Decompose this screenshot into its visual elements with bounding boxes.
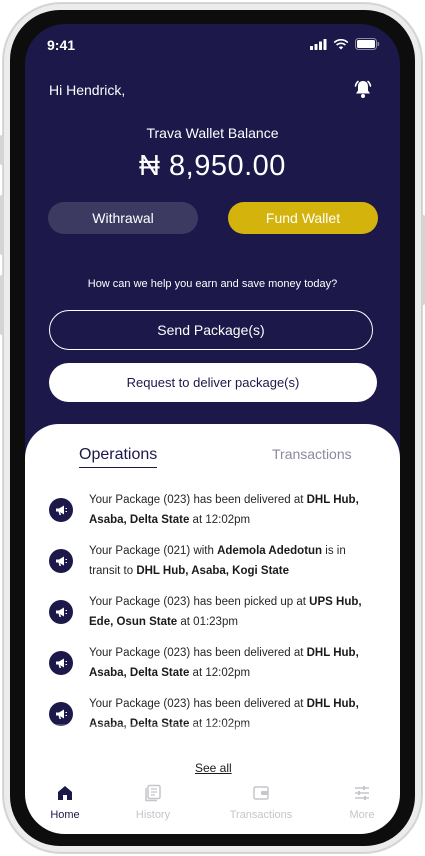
- status-time: 9:41: [47, 37, 76, 53]
- operation-text: Your Package (023) has been delivered at…: [89, 490, 377, 530]
- operation-fragment: Your Package: [89, 647, 164, 659]
- sliders-icon: [355, 786, 369, 800]
- operation-fragment: has been delivered at: [190, 494, 307, 506]
- operation-fragment: (023): [163, 647, 191, 659]
- list-item[interactable]: Your Package (023) has been delivered at…: [25, 490, 400, 536]
- fund-wallet-button[interactable]: Fund Wallet: [228, 202, 378, 234]
- operation-fragment: at 12:02pm: [189, 514, 251, 526]
- operation-fragment: Your Package: [89, 596, 164, 608]
- operation-fragment: (021): [163, 545, 191, 557]
- nav-item-more[interactable]: More: [322, 784, 400, 821]
- cellular-signal-icon: [310, 38, 327, 50]
- nav-item-history[interactable]: History: [113, 784, 193, 821]
- wifi-icon: [333, 38, 349, 49]
- withdrawal-button[interactable]: Withrawal: [48, 202, 198, 234]
- megaphone-icon: [49, 498, 73, 522]
- history-icon: [145, 784, 161, 802]
- operation-text: Your Package (021) with Ademola Adedotun…: [89, 541, 377, 581]
- bottom-nav: Home History Transactions More: [25, 779, 400, 834]
- megaphone-icon: [49, 651, 73, 675]
- operation-fragment: with: [190, 545, 218, 557]
- operation-fragment: has been picked up at: [190, 596, 310, 608]
- see-all-link[interactable]: See all: [195, 761, 232, 775]
- operation-text: Your Package (023) has been delivered at…: [89, 643, 377, 683]
- nav-label-home: Home: [50, 809, 80, 821]
- notification-bell-icon[interactable]: [352, 78, 374, 100]
- volume-down-button: [0, 275, 4, 335]
- send-package-button[interactable]: Send Package(s): [49, 310, 373, 350]
- operation-fragment: Your Package: [89, 698, 164, 710]
- power-button: [421, 215, 425, 305]
- megaphone-icon: [49, 600, 73, 624]
- volume-up-button: [0, 195, 4, 255]
- wallet-balance-label: Trava Wallet Balance: [146, 125, 279, 141]
- megaphone-icon: [49, 702, 73, 726]
- status-icons: [310, 38, 380, 50]
- operation-fragment: (023): [163, 698, 191, 710]
- greeting-text: Hi Hendrick,: [49, 82, 126, 98]
- nav-label-more: More: [349, 809, 375, 821]
- mute-switch: [0, 135, 4, 165]
- megaphone-icon: [49, 549, 73, 573]
- wallet-icon: [253, 786, 269, 800]
- operation-fragment: at 01:23pm: [177, 616, 238, 628]
- app-screen: 9:41 Hi Hendrick, Trava Wallet Balance ₦…: [25, 24, 400, 834]
- operation-fragment: at 12:02pm: [189, 667, 251, 679]
- list-item[interactable]: Your Package (023) has been delivered at…: [25, 643, 400, 689]
- list-fade-overlay: [25, 724, 400, 764]
- activity-sheet: Operations Transactions Your Package (02…: [25, 424, 400, 834]
- operation-highlight: Ademola Adedotun: [217, 545, 323, 557]
- status-bar: 9:41: [25, 24, 400, 68]
- nav-item-home[interactable]: Home: [25, 784, 105, 821]
- operation-fragment: (023): [163, 596, 191, 608]
- operation-highlight: DHL Hub, Asaba, Kogi State: [136, 565, 290, 577]
- operations-list: Your Package (023) has been delivered at…: [25, 490, 400, 754]
- nav-label-transactions: Transactions: [229, 809, 293, 821]
- tab-operations[interactable]: Operations: [79, 446, 158, 468]
- list-item[interactable]: Your Package (023) has been picked up at…: [25, 592, 400, 638]
- operation-fragment: has been delivered at: [190, 698, 307, 710]
- request-delivery-button[interactable]: Request to deliver package(s): [49, 363, 377, 402]
- nav-label-history: History: [135, 809, 171, 821]
- operation-fragment: (023): [163, 494, 191, 506]
- wallet-balance-amount: ₦ 8,950.00: [139, 150, 286, 182]
- operation-fragment: Your Package: [89, 494, 164, 506]
- operation-fragment: Your Package: [89, 545, 164, 557]
- home-icon: [58, 786, 72, 800]
- list-item[interactable]: Your Package (021) with Ademola Adedotun…: [25, 541, 400, 587]
- battery-icon: [355, 38, 380, 50]
- tab-transactions[interactable]: Transactions: [272, 446, 352, 462]
- help-prompt: How can we help you earn and save money …: [87, 278, 338, 290]
- nav-item-transactions[interactable]: Transactions: [221, 784, 301, 821]
- operation-fragment: has been delivered at: [190, 647, 307, 659]
- operation-text: Your Package (023) has been picked up at…: [89, 592, 377, 632]
